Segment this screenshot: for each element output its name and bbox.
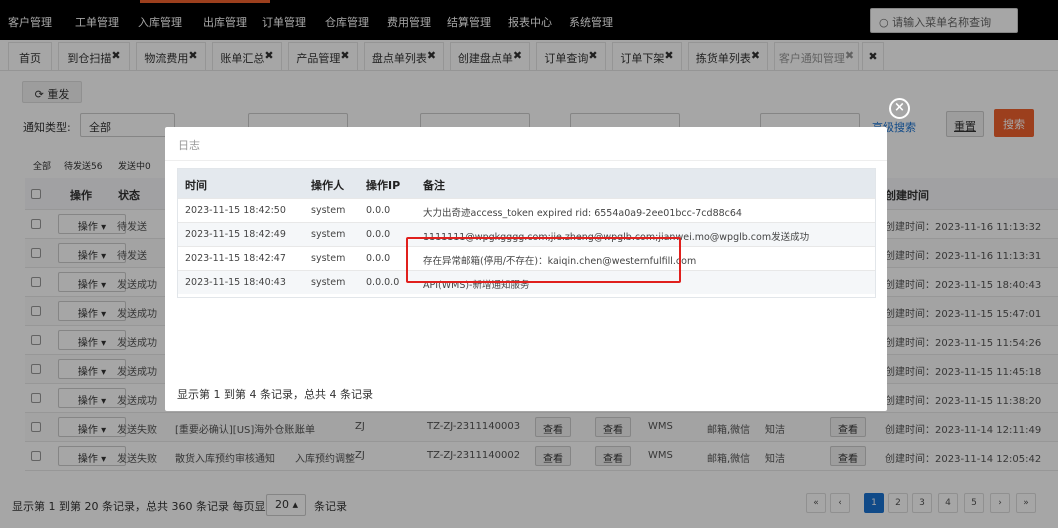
header-time: 时间 [185,179,207,192]
log-table-header: 时间 操作人 操作IP 备注 [178,169,875,198]
header-user: 操作人 [311,179,344,192]
header-ip: 操作IP [366,179,401,192]
log-time: 2023-11-15 18:42:49 [185,229,286,240]
log-user: system [311,277,346,288]
log-row: 2023-11-15 18:42:50 system 0.0.0 大力出奇迹ac… [178,198,875,222]
log-ip: 0.0.0 [366,253,391,264]
header-note: 备注 [423,179,445,192]
dialog-title: 日志 [178,139,200,152]
log-user: system [311,205,346,216]
log-ip: 0.0.0 [366,229,391,240]
highlight-box [406,237,681,283]
dialog-divider [165,160,887,161]
log-user: system [311,229,346,240]
log-time: 2023-11-15 18:42:47 [185,253,286,264]
log-user: system [311,253,346,264]
log-ip: 0.0.0.0 [366,277,400,288]
log-time: 2023-11-15 18:42:50 [185,205,286,216]
log-note: 大力出奇迹access_token expired rid: 6554a0a9-… [423,208,742,219]
close-dialog-button[interactable]: × [889,98,910,119]
log-time: 2023-11-15 18:40:43 [185,277,286,288]
dialog-record-summary: 显示第 1 到第 4 条记录，总共 4 条记录 [177,388,373,401]
log-ip: 0.0.0 [366,205,391,216]
